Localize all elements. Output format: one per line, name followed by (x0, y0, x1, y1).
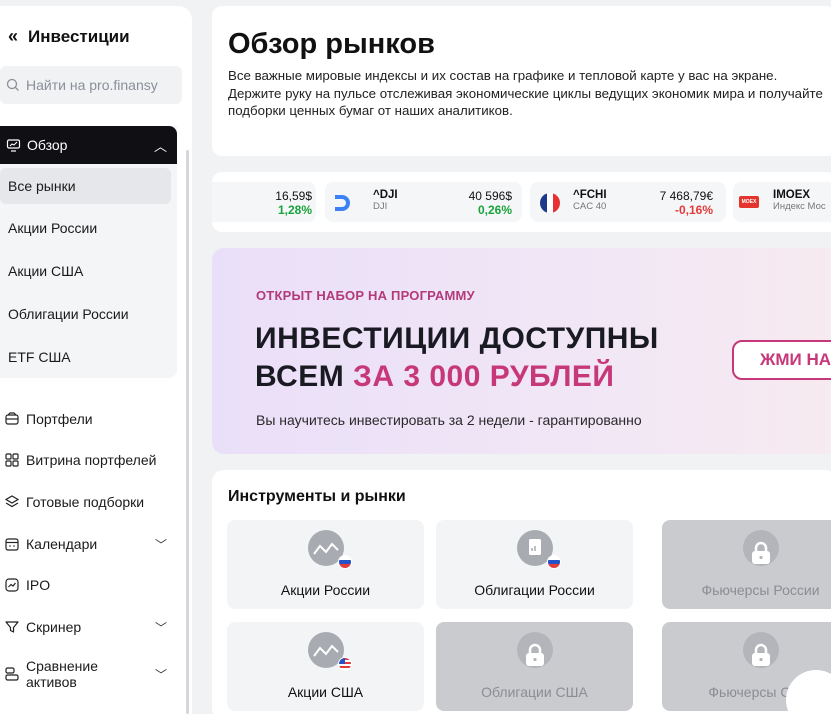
ticker-value: 7 468,79€ (659, 189, 713, 203)
dji-logo-icon (335, 195, 350, 211)
ticker-value: 16,59$ (275, 189, 312, 203)
sidebar-item-portfolios[interactable]: Портфели (0, 398, 177, 440)
search-icon (6, 78, 19, 91)
promo-cta-button[interactable]: ЖМИ НА (732, 340, 831, 380)
sidebar: « Инвестиции Обзор ︿ Все рынки Акции Рос… (0, 6, 192, 714)
sidebar-item-compare-assets[interactable]: Сравнение активов ﹀ (0, 648, 177, 700)
lock-icon (525, 643, 544, 666)
wallet-icon (5, 412, 19, 425)
sidebar-item-portfolio-showcase[interactable]: Витрина портфелей (0, 440, 177, 482)
sidebar-item-label: Готовые подборки (26, 493, 145, 510)
sidebar-item-label: IPO (26, 577, 51, 594)
sidebar-item-screener[interactable]: Скринер ﹀ (0, 606, 177, 648)
double-chevron-left-icon: « (8, 26, 19, 46)
ticker-quote-2: 7 468,79€ -0,16% (636, 189, 713, 217)
sidebar-scrollbar[interactable] (186, 150, 189, 714)
france-flag-icon (540, 193, 560, 213)
promo-banner[interactable]: ОТКРЫТ НАБОР НА ПРОГРАММУ ИНВЕСТИЦИИ ДОС… (212, 248, 831, 454)
ticker-quote-1: 40 596$ 0,26% (442, 189, 512, 217)
tool-card-russia-stocks[interactable]: Акции России (227, 520, 424, 609)
tools-heading: Инструменты и рынки (228, 488, 406, 505)
sidebar-item-russia-stocks[interactable]: Акции России (0, 206, 177, 249)
ticker-sub: Индекс Мос (773, 201, 826, 212)
compare-icon (5, 666, 19, 681)
lock-icon (751, 643, 770, 666)
tool-card-us-stocks[interactable]: Акции США (227, 622, 424, 711)
usa-flag-icon (338, 657, 352, 671)
chevron-down-icon: ﹀ (154, 667, 167, 682)
ticker-item-3: IMOEX Индекс Мос (773, 189, 831, 212)
promo-note: Вы научитесь инвестировать за 2 недели -… (256, 412, 642, 428)
moex-logo-icon: MOEX (739, 196, 759, 208)
promo-headline-line2a: ВСЕМ (255, 360, 354, 393)
sidebar-item-label: Сравнение активов (26, 658, 98, 690)
sidebar-item-label: Скринер (26, 618, 82, 635)
chevron-down-icon: ﹀ (154, 620, 167, 635)
chart-icon (5, 578, 19, 592)
tool-card-us-bonds[interactable]: Облигации США (436, 622, 633, 711)
layers-icon (4, 495, 20, 508)
tool-card-label: Акции России (280, 582, 371, 598)
sidebar-item-overview[interactable]: Обзор ︿ (0, 126, 177, 164)
russia-flag-icon (338, 555, 352, 569)
sidebar-item-ipo[interactable]: IPO (0, 564, 177, 606)
sidebar-nav: Портфели Витрина портфелей Готовые подбо… (0, 398, 177, 700)
tool-card-label: Облигации России (474, 582, 595, 598)
tool-card-label: Облигации США (481, 684, 588, 700)
russia-flag-icon (547, 555, 561, 569)
ticker-change: 1,28% (277, 203, 312, 217)
compare-label-line2: активов (26, 673, 77, 690)
sidebar-item-all-markets[interactable]: Все рынки (0, 168, 171, 204)
filter-icon (5, 621, 19, 633)
page-title: Обзор рынков (228, 28, 435, 60)
sidebar-item-label: Витрина портфелей (26, 452, 157, 469)
ticker-name: IMOEX (773, 189, 811, 201)
promo-headline: ИНВЕСТИЦИИ ДОСТУПНЫ ВСЕМ ЗА 3 000 РУБЛЕЙ (255, 320, 659, 396)
sidebar-title: Инвестиции (28, 26, 130, 46)
tool-card-label: Фьючерсы России (701, 582, 820, 598)
search-input[interactable] (26, 77, 176, 93)
calendar-icon (5, 537, 19, 551)
ticker-item-0: 16,59$ 1,28% (242, 189, 312, 217)
sidebar-item-us-etf[interactable]: ETF США (0, 335, 177, 378)
moex-logo-text: MOEX (741, 199, 757, 205)
promo-headline-line1: ИНВЕСТИЦИИ ДОСТУПНЫ (255, 322, 659, 355)
grid-icon (5, 453, 19, 467)
back-link[interactable]: « Инвестиции (8, 26, 130, 47)
sidebar-item-label: Портфели (26, 410, 93, 427)
overview-section: Обзор ︿ Все рынки Акции России Акции США… (0, 126, 177, 378)
sidebar-item-calendars[interactable]: Календари ﹀ (0, 523, 177, 565)
promo-headline-accent: ЗА 3 000 РУБЛЕЙ (353, 360, 615, 393)
lock-icon (751, 541, 770, 564)
monitor-icon (6, 138, 21, 152)
page-description: Все важные мировые индексы и их состав н… (228, 68, 823, 118)
ticker-change: -0,16% (674, 203, 713, 217)
chevron-up-icon: ︿ (153, 139, 167, 154)
chevron-down-icon: ﹀ (154, 537, 167, 552)
ticker-change: 0,26% (477, 203, 512, 217)
sidebar-item-us-stocks[interactable]: Акции США (0, 249, 177, 292)
tool-card-label: Акции США (287, 684, 364, 700)
sidebar-item-russia-bonds[interactable]: Облигации России (0, 292, 177, 335)
search-box[interactable] (0, 66, 182, 104)
ticker-strip: 16,59$ 1,28% ^DJI DJI 40 596$ 0,26% ^FCH… (212, 172, 831, 232)
tool-card-russia-bonds[interactable]: Облигации России (436, 520, 633, 609)
tools-panel: Инструменты и рынки Акции России Облигац… (212, 470, 831, 714)
sidebar-item-label: Календари (26, 535, 98, 552)
ticker-value: 40 596$ (468, 189, 512, 203)
sidebar-item-label: Обзор (27, 137, 68, 153)
tool-card-russia-futures[interactable]: Фьючерсы России (662, 520, 831, 609)
promo-kicker: ОТКРЫТ НАБОР НА ПРОГРАММУ (256, 288, 475, 303)
compare-label-line1: Сравнение (26, 657, 98, 674)
sidebar-item-ready-picks[interactable]: Готовые подборки (0, 481, 177, 523)
hero-panel: Обзор рынков Все важные мировые индексы … (212, 6, 831, 156)
